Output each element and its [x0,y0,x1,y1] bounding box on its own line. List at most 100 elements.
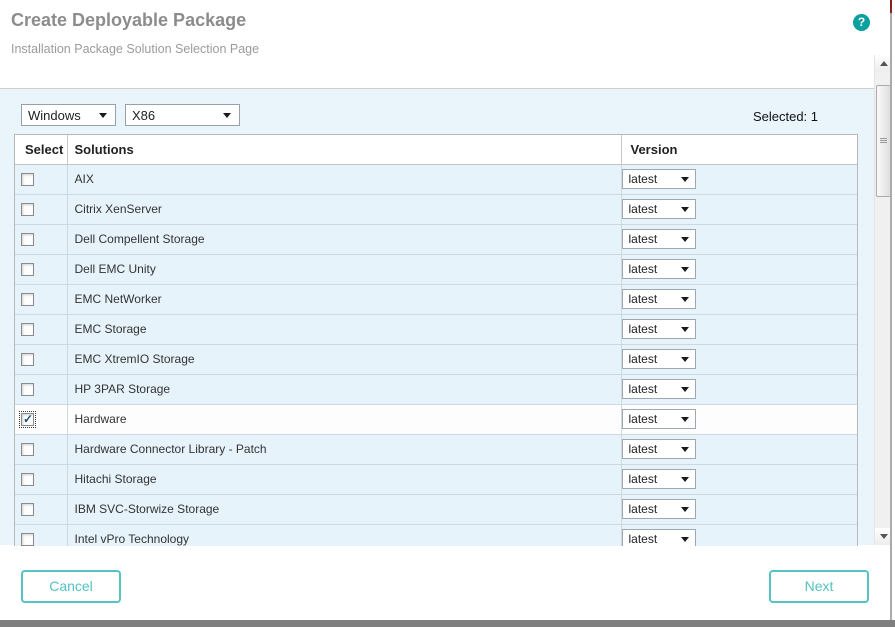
column-header-select: Select [15,135,67,164]
version-select[interactable]: latest [622,439,696,459]
solution-name: Intel vPro Technology [75,532,190,546]
solution-name: IBM SVC-Storwize Storage [75,502,220,516]
chevron-down-icon [681,507,689,512]
next-button[interactable]: Next [769,570,869,603]
scrollbar-thumb[interactable] [876,85,891,197]
architecture-dropdown[interactable]: X86 [125,104,240,126]
chevron-down-icon [681,327,689,332]
solution-name: Hardware Connector Library - Patch [75,442,267,456]
solution-name: Hardware [75,412,127,426]
version-select[interactable]: latest [622,229,696,249]
row-checkbox[interactable] [21,263,34,276]
solution-name: HP 3PAR Storage [75,382,171,396]
solution-name: Citrix XenServer [75,202,162,216]
row-checkbox[interactable] [21,353,34,366]
version-select[interactable]: latest [622,289,696,309]
version-value: latest [629,412,658,426]
os-dropdown[interactable]: Windows [21,104,116,126]
window-bottom-edge [0,620,895,627]
version-value: latest [629,292,658,306]
column-header-solutions: Solutions [67,135,621,164]
chevron-down-icon [681,387,689,392]
table-row: Hardware Connector Library - Patch lates… [15,434,857,464]
version-value: latest [629,442,658,456]
window-right-edge-accent [890,0,892,13]
solution-selection-panel: Windows X86 Selected: 1 Select Solutions… [0,88,874,545]
version-value: latest [629,472,658,486]
version-select[interactable]: latest [622,469,696,489]
table-row: Hardware latest [15,404,857,434]
chevron-down-icon [681,297,689,302]
version-select[interactable]: latest [622,379,696,399]
version-select[interactable]: latest [622,349,696,369]
version-value: latest [629,352,658,366]
table-row: Hitachi Storage latest [15,464,857,494]
version-value: latest [629,382,658,396]
row-checkbox[interactable] [21,533,34,546]
table-row: IBM SVC-Storwize Storage latest [15,494,857,524]
table-row: HP 3PAR Storage latest [15,374,857,404]
table-row: EMC XtremIO Storage latest [15,344,857,374]
solution-name: Dell Compellent Storage [75,232,205,246]
chevron-down-icon [681,357,689,362]
chevron-down-icon [681,267,689,272]
solutions-table: Select Solutions Version AIX latest Citr… [14,134,858,546]
version-value: latest [629,262,658,276]
chevron-down-icon [681,477,689,482]
solution-name: Hitachi Storage [75,472,157,486]
row-checkbox[interactable] [21,293,34,306]
version-value: latest [629,232,658,246]
table-row: Dell EMC Unity latest [15,254,857,284]
row-checkbox[interactable] [21,323,34,336]
window-right-edge [890,0,892,620]
solution-name: AIX [75,172,94,186]
chevron-down-icon [99,113,107,118]
chevron-down-icon [681,417,689,422]
row-checkbox[interactable] [21,173,34,186]
table-header-row: Select Solutions Version [15,135,857,164]
version-select[interactable]: latest [622,259,696,279]
version-value: latest [629,172,658,186]
row-checkbox[interactable] [21,503,34,516]
table-row: EMC Storage latest [15,314,857,344]
table-row: AIX latest [15,164,857,194]
version-value: latest [629,532,658,546]
solution-name: EMC Storage [75,322,147,336]
chevron-down-icon [681,237,689,242]
chevron-down-icon [681,177,689,182]
solution-name: EMC NetWorker [75,292,162,306]
chevron-down-icon [681,447,689,452]
os-dropdown-value: Windows [28,108,81,123]
version-select[interactable]: latest [622,199,696,219]
chevron-down-icon [681,207,689,212]
cancel-button[interactable]: Cancel [21,570,121,603]
version-select[interactable]: latest [622,529,696,546]
row-checkbox[interactable] [21,413,34,426]
architecture-dropdown-value: X86 [132,108,155,123]
selected-count-label: Selected: 1 [753,109,818,124]
row-checkbox[interactable] [21,443,34,456]
chevron-down-icon [681,537,689,542]
version-select[interactable]: latest [622,409,696,429]
version-select[interactable]: latest [622,319,696,339]
version-value: latest [629,322,658,336]
vertical-scrollbar[interactable] [874,55,891,545]
chevron-down-icon [223,113,231,118]
page-title: Create Deployable Package [11,10,246,31]
table-row: Dell Compellent Storage latest [15,224,857,254]
version-value: latest [629,502,658,516]
table-row: Citrix XenServer latest [15,194,857,224]
row-checkbox[interactable] [21,383,34,396]
version-select[interactable]: latest [622,169,696,189]
solutions-table-body: AIX latest Citrix XenServer latest Dell … [15,164,857,546]
help-icon[interactable]: ? [853,14,870,31]
solution-name: Dell EMC Unity [75,262,156,276]
solution-name: EMC XtremIO Storage [75,352,195,366]
row-checkbox[interactable] [21,233,34,246]
version-select[interactable]: latest [622,499,696,519]
row-checkbox[interactable] [21,473,34,486]
table-row: Intel vPro Technology latest [15,524,857,546]
version-value: latest [629,202,658,216]
column-header-version: Version [621,135,857,164]
row-checkbox[interactable] [21,203,34,216]
